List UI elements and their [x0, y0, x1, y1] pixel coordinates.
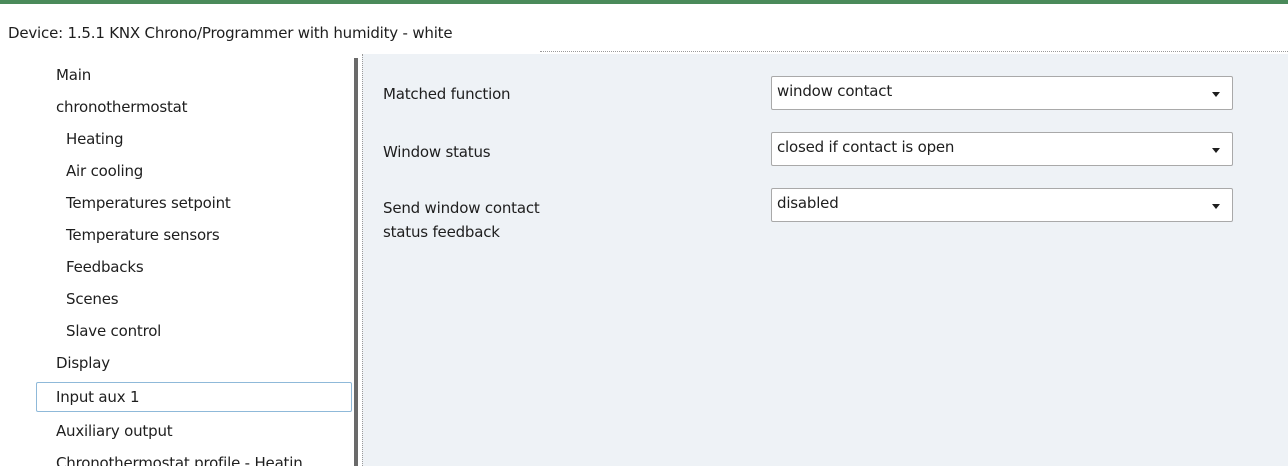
matched-function-select[interactable]: window contact	[771, 76, 1233, 110]
sidebar-item-main[interactable]: Main	[56, 60, 354, 90]
select-value: closed if contact is open	[777, 138, 955, 156]
param-label-send-feedback: Send window contact status feedback	[383, 199, 540, 241]
select-value: disabled	[777, 194, 839, 212]
sidebar-item-chronothermostat-profile[interactable]: Chronothermostat profile - Heatin	[56, 448, 354, 466]
sidebar-item-auxiliary-output[interactable]: Auxiliary output	[56, 416, 354, 446]
sidebar-item-feedbacks[interactable]: Feedbacks	[66, 252, 354, 282]
sidebar-item-temperature-sensors[interactable]: Temperature sensors	[66, 220, 354, 250]
sidebar-item-chronothermostat[interactable]: chronothermostat	[56, 92, 354, 122]
sidebar-nav: Main chronothermostat Heating Air coolin…	[0, 52, 354, 466]
parameter-panel: Matched function window contact Window s…	[362, 54, 1288, 466]
sidebar-item-air-cooling[interactable]: Air cooling	[66, 156, 354, 186]
device-title: Device: 1.5.1 KNX Chrono/Programmer with…	[0, 4, 1288, 52]
chevron-down-icon	[1212, 148, 1220, 153]
sidebar-item-input-aux-1[interactable]: Input aux 1	[36, 382, 352, 412]
divider	[540, 51, 1288, 52]
param-label-matched-function: Matched function	[383, 85, 511, 103]
sidebar-item-scenes[interactable]: Scenes	[66, 284, 354, 314]
sidebar-item-temperatures-setpoint[interactable]: Temperatures setpoint	[66, 188, 354, 218]
chevron-down-icon	[1212, 204, 1220, 209]
send-feedback-select[interactable]: disabled	[771, 188, 1233, 222]
sidebar-item-heating[interactable]: Heating	[66, 124, 354, 154]
sidebar-item-slave-control[interactable]: Slave control	[66, 316, 354, 346]
pane-splitter[interactable]	[354, 58, 358, 466]
chevron-down-icon	[1212, 92, 1220, 97]
param-label-window-status: Window status	[383, 143, 491, 161]
select-value: window contact	[777, 82, 893, 100]
window-status-select[interactable]: closed if contact is open	[771, 132, 1233, 166]
sidebar-item-display[interactable]: Display	[56, 348, 354, 378]
